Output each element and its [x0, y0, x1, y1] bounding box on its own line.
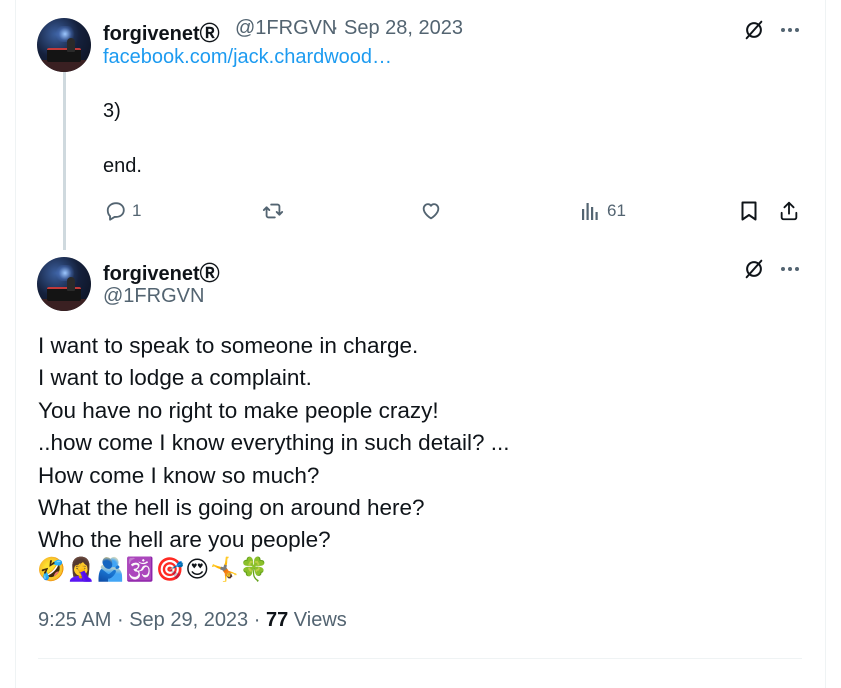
views-count: 77 [265, 609, 289, 631]
tweet-text-line: What the hell is going on around here? [38, 495, 425, 521]
meta-separator: · [253, 609, 261, 631]
like-icon[interactable] [418, 198, 444, 224]
retweet-icon[interactable] [260, 198, 286, 224]
user-handle[interactable]: @1FRGVN [103, 285, 204, 308]
reply-count: 1 [132, 201, 142, 220]
bookmark-icon[interactable] [737, 198, 761, 224]
tweet-text-line: I want to speak to someone in charge. [38, 333, 419, 358]
emoji-line: 🤣🤦‍♀️🫂🕉️🎯😍🤸🍀 [37, 557, 270, 583]
tweet-date[interactable]: Sep 28, 2023 [344, 17, 463, 40]
tweet-date[interactable]: Sep 29, 2023 [129, 609, 248, 631]
views-label: Views [293, 609, 347, 631]
divider [38, 658, 802, 659]
avatar[interactable] [37, 257, 91, 311]
meta-separator: · [116, 609, 124, 631]
tweet-text-line: Who the hell are you people? [38, 527, 331, 553]
more-icon[interactable] [778, 20, 802, 40]
grok-icon[interactable] [742, 257, 766, 281]
tweet-text-line: end. [103, 155, 142, 177]
tweet-text-line: I want to lodge a complaint. [38, 365, 312, 391]
external-link[interactable]: facebook.com/jack.chardwood… [103, 46, 392, 69]
tweet-text-line: ..how come I know everything in such det… [38, 430, 510, 456]
display-name[interactable]: forgivenetⓇ [103, 17, 220, 46]
meta-separator: · [332, 17, 339, 39]
avatar[interactable] [37, 18, 91, 72]
tweet-body: I want to speak to someone in charge. I … [38, 330, 510, 557]
tweet-timestamp-row: 9:25 AM · Sep 29, 2023 · 77 Views [38, 609, 347, 632]
display-name[interactable]: forgivenetⓇ [103, 257, 220, 286]
user-handle[interactable]: @1FRGVN [235, 17, 336, 40]
thread-connector-line [63, 72, 66, 250]
tweet-text-line: How come I know so much? [38, 462, 320, 488]
tweet-text-line: You have no right to make people crazy! [38, 397, 439, 423]
share-icon[interactable] [777, 198, 801, 224]
views-icon[interactable] [578, 199, 602, 223]
reply-icon[interactable] [103, 198, 129, 224]
views-count: 61 [607, 201, 626, 220]
tweet-time[interactable]: 9:25 AM [38, 609, 111, 631]
grok-icon[interactable] [742, 18, 766, 42]
tweet-text-line: 3) [103, 100, 121, 122]
more-icon[interactable] [778, 259, 802, 279]
